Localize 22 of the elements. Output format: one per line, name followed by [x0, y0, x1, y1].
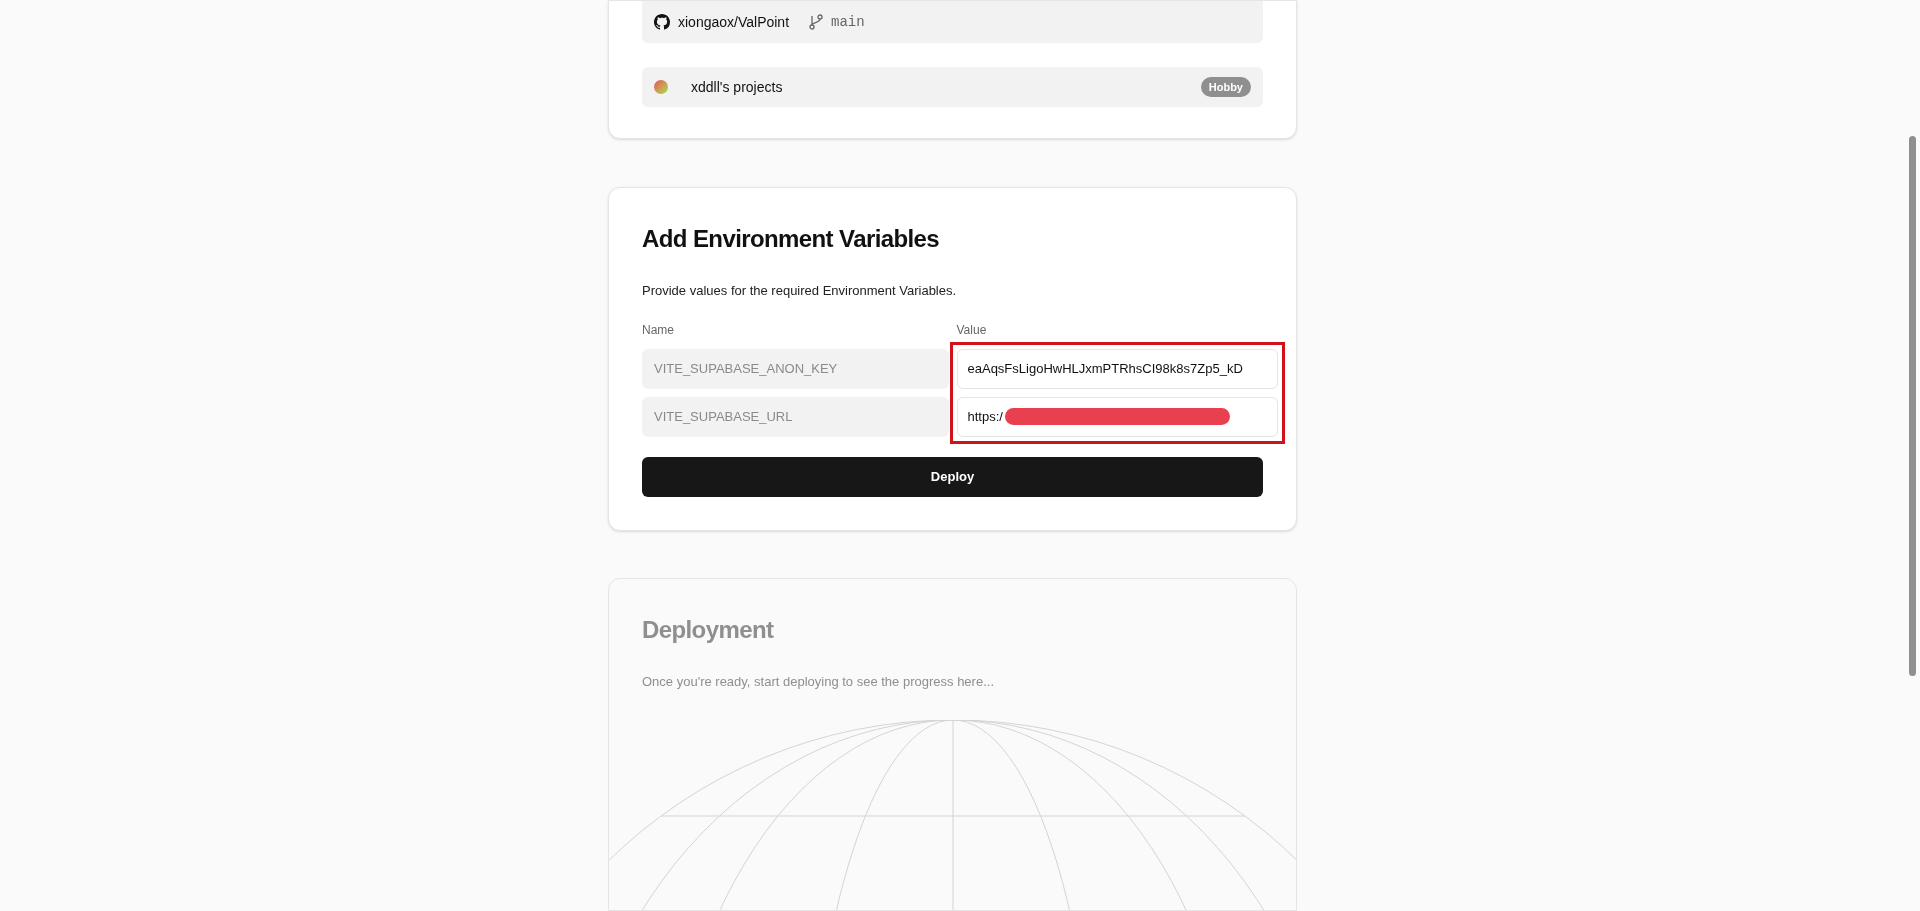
team-avatar-icon: [654, 80, 668, 94]
section-title: Add Environment Variables: [642, 224, 941, 254]
branch-icon: [809, 14, 824, 30]
team-row[interactable]: xddll's projects Hobby: [642, 67, 1263, 107]
team-name: xddll's projects: [691, 77, 783, 97]
variable-value-field[interactable]: https:/: [956, 396, 1278, 437]
github-icon: [654, 14, 670, 30]
column-label: Value: [956, 321, 988, 339]
section-description: Once you're ready, start deploying to see the progress here...: [642, 672, 995, 691]
variable-name-field: VITE_SUPABASE_URL: [642, 396, 949, 437]
branch-name: main: [831, 12, 865, 32]
deploy-button[interactable]: Deploy: [642, 456, 1263, 497]
scrollbar-thumb[interactable]: [1909, 136, 1916, 676]
section-description: Provide values for the required Environment Variables.: [642, 282, 958, 300]
column-label: Name: [642, 321, 675, 339]
repository-name: xiongaox/ValPoint: [678, 12, 790, 32]
variable-value-field[interactable]: eaAqsFsLigoHwHLJxmPTRhsCI98k8s7Zp5_kD: [956, 348, 1278, 389]
value-text: eaAqsFsLigoHwHLJxmPTRhsCI98k8s7Zp5_kD: [967, 359, 1243, 378]
value-text: https:/: [967, 407, 1003, 426]
variable-name-field: VITE_SUPABASE_ANON_KEY: [642, 348, 949, 389]
plan-badge: Hobby: [1200, 76, 1251, 98]
section-title: Deployment: [642, 614, 775, 645]
